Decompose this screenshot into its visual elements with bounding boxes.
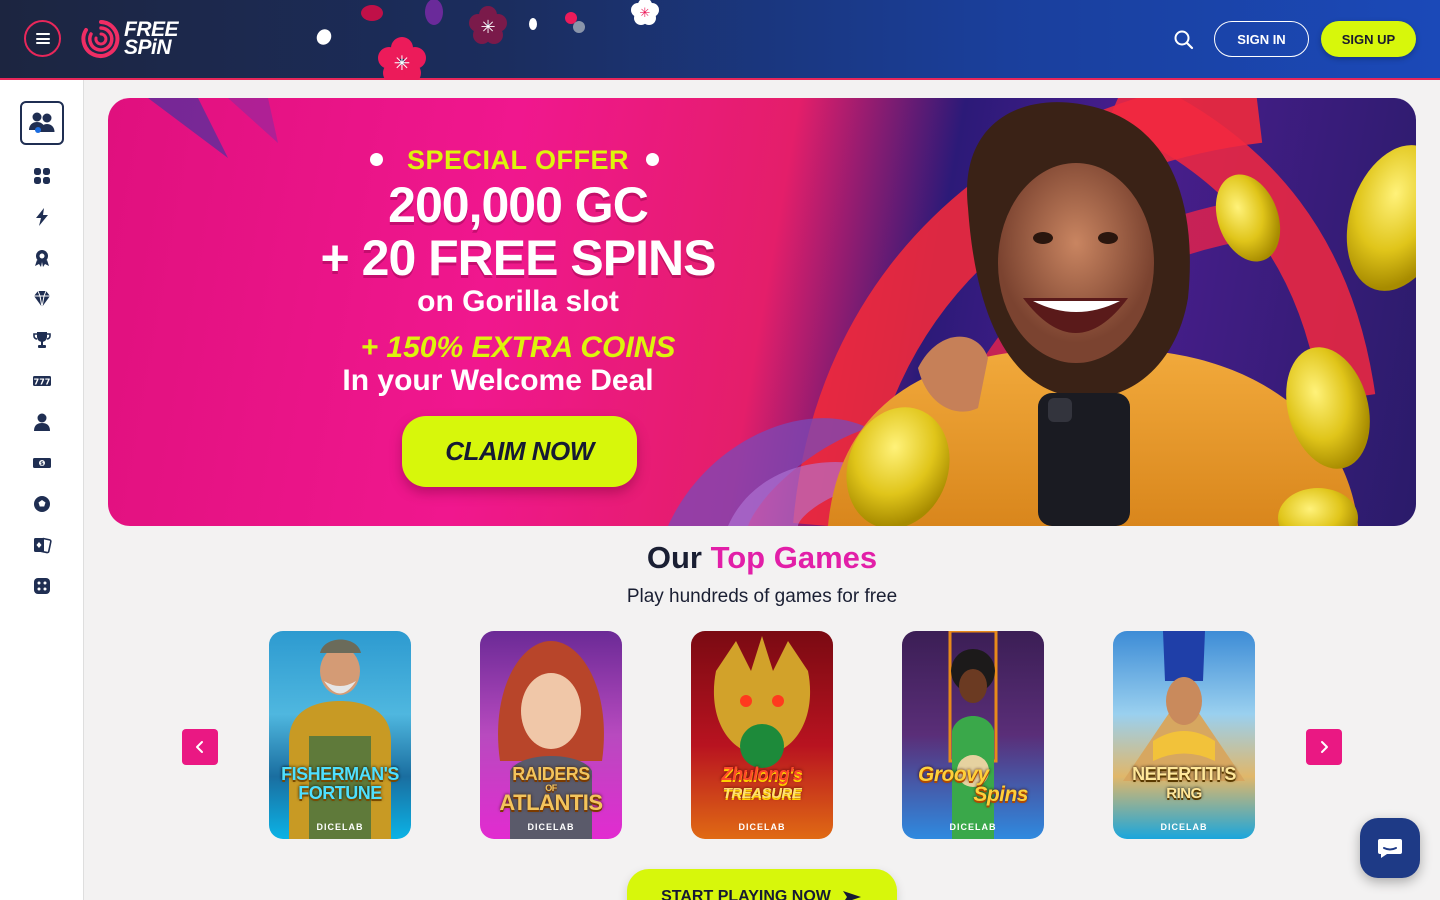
chat-icon — [1378, 839, 1402, 858]
section-subtitle: Play hundreds of games for free — [626, 586, 898, 607]
game-thumbnail — [902, 631, 1044, 839]
top-navigation-bar: FREE SPiN ✳ ✳ ✳ SIGN IN SIGN UP — [0, 0, 1440, 80]
sidebar-item-slots[interactable]: 777 — [22, 366, 62, 396]
svg-text:777: 777 — [34, 378, 51, 387]
game-title: Groovy Spins — [906, 763, 1040, 806]
game-provider: DICELAB — [316, 822, 364, 832]
chevron-right-icon — [1321, 741, 1328, 753]
cash-icon: $ — [33, 458, 51, 468]
carousel-prev-button[interactable] — [182, 729, 218, 765]
logo-wordmark: FREE SPiN — [124, 19, 179, 59]
promo-banner[interactable]: SPECIAL OFFER 200,000 GC + 20 FREE SPINS… — [108, 98, 1416, 526]
game-card[interactable]: NEFERTITI'S RING DICELAB — [1113, 631, 1255, 839]
sidebar-item-all-games[interactable] — [22, 161, 62, 191]
grid-icon — [34, 168, 50, 184]
trophy-icon — [33, 332, 51, 348]
game-provider: DICELAB — [738, 822, 786, 832]
game-thumbnail — [691, 631, 833, 839]
title-part-1: Our — [646, 540, 702, 575]
svg-text:✳: ✳ — [640, 6, 651, 21]
start-playing-button[interactable]: START PLAYING NOW — [627, 869, 897, 900]
live-chat-button[interactable] — [1360, 818, 1420, 878]
sidebar-item-community[interactable] — [20, 101, 64, 145]
slots-777-icon: 777 — [33, 376, 51, 387]
game-card[interactable]: FISHERMAN'S FORTUNE DICELAB — [269, 631, 411, 839]
sign-in-button[interactable]: SIGN IN — [1214, 21, 1309, 57]
game-title-line-2: RING — [1166, 785, 1202, 802]
banner-welcome-deal: In your Welcome Deal — [342, 364, 654, 397]
game-title-line-2: TREASURE — [722, 785, 802, 802]
sidebar-item-table-games[interactable] — [22, 530, 62, 560]
svg-text:$: $ — [40, 461, 44, 467]
arrow-right-icon — [842, 890, 861, 900]
sidebar-item-live[interactable] — [22, 407, 62, 437]
game-title-line-2: ATLANTIS — [499, 790, 603, 815]
game-card[interactable]: RAIDERS OF ATLANTIS DICELAB — [480, 631, 622, 839]
cards-icon — [34, 537, 52, 554]
sidebar-item-sports[interactable] — [22, 489, 62, 519]
banner-gc-amount: 200,000 GC — [388, 177, 649, 233]
banner-free-spins: + 20 FREE SPINS — [320, 230, 717, 286]
claim-now-button[interactable]: CLAIM NOW — [402, 416, 637, 487]
soccer-ball-icon — [34, 496, 50, 512]
game-title: FISHERMAN'S FORTUNE — [273, 765, 407, 803]
user-icon — [34, 413, 50, 431]
svg-text:✳: ✳ — [394, 51, 411, 75]
chevron-left-icon — [196, 741, 203, 753]
carousel-next-button[interactable] — [1306, 729, 1342, 765]
spiral-logo-icon — [81, 20, 120, 58]
section-title: Our Top Games — [108, 540, 1416, 576]
game-thumbnail — [1113, 631, 1255, 839]
search-icon — [1174, 30, 1194, 50]
game-card[interactable]: Zhulong's TREASURE DICELAB — [691, 631, 833, 839]
freespin-logo[interactable]: FREE SPiN — [80, 18, 179, 60]
sidebar-item-tournaments[interactable] — [22, 325, 62, 355]
sidebar-item-dice[interactable] — [22, 571, 62, 601]
game-title-line-1: FISHERMAN'S — [281, 764, 399, 784]
banner-gorilla-slot: on Gorilla slot — [417, 285, 619, 318]
game-title-line-1: NEFERTITI'S — [1132, 764, 1236, 784]
sidebar: 777 $ — [0, 80, 84, 900]
special-offer-label: SPECIAL OFFER — [406, 145, 630, 175]
search-button[interactable] — [1170, 26, 1198, 54]
game-card[interactable]: Groovy Spins DICELAB — [902, 631, 1044, 839]
start-playing-label: START PLAYING NOW — [661, 887, 831, 900]
title-part-2: Top Games — [710, 540, 878, 575]
game-title-line-1: Zhulong's — [721, 764, 803, 784]
lightning-icon — [36, 208, 48, 226]
game-provider: DICELAB — [949, 822, 997, 832]
community-icon — [29, 112, 55, 133]
dice-icon — [34, 578, 50, 594]
hamburger-menu-button[interactable] — [24, 20, 61, 57]
game-title: NEFERTITI'S RING — [1117, 765, 1251, 803]
game-thumbnail — [269, 631, 411, 839]
game-title-line-1: RAIDERS — [512, 764, 590, 784]
game-title-line-1: Groovy — [918, 763, 989, 786]
logo-line-2: SPiN — [124, 36, 172, 59]
ribbon-icon — [35, 250, 49, 267]
game-title: RAIDERS OF ATLANTIS — [484, 764, 618, 815]
game-title: Zhulong's TREASURE — [695, 765, 829, 803]
game-title-line-2: Spins — [973, 783, 1028, 806]
flower-decoration-icon: ✳ ✳ ✳ — [316, 0, 659, 80]
sidebar-item-popular[interactable] — [22, 243, 62, 273]
sign-up-button[interactable]: SIGN UP — [1321, 21, 1416, 57]
banner-extra-coins: + 150% EXTRA COINS — [360, 331, 676, 364]
sidebar-item-vip[interactable] — [22, 284, 62, 314]
game-provider: DICELAB — [527, 822, 575, 832]
sidebar-item-cash[interactable]: $ — [22, 448, 62, 478]
game-title-line-2: FORTUNE — [298, 783, 382, 803]
svg-text:✳: ✳ — [480, 17, 495, 38]
menu-icon — [35, 33, 50, 44]
diamond-icon — [34, 290, 50, 308]
game-provider: DICELAB — [1160, 822, 1208, 832]
sidebar-item-new[interactable] — [22, 202, 62, 232]
